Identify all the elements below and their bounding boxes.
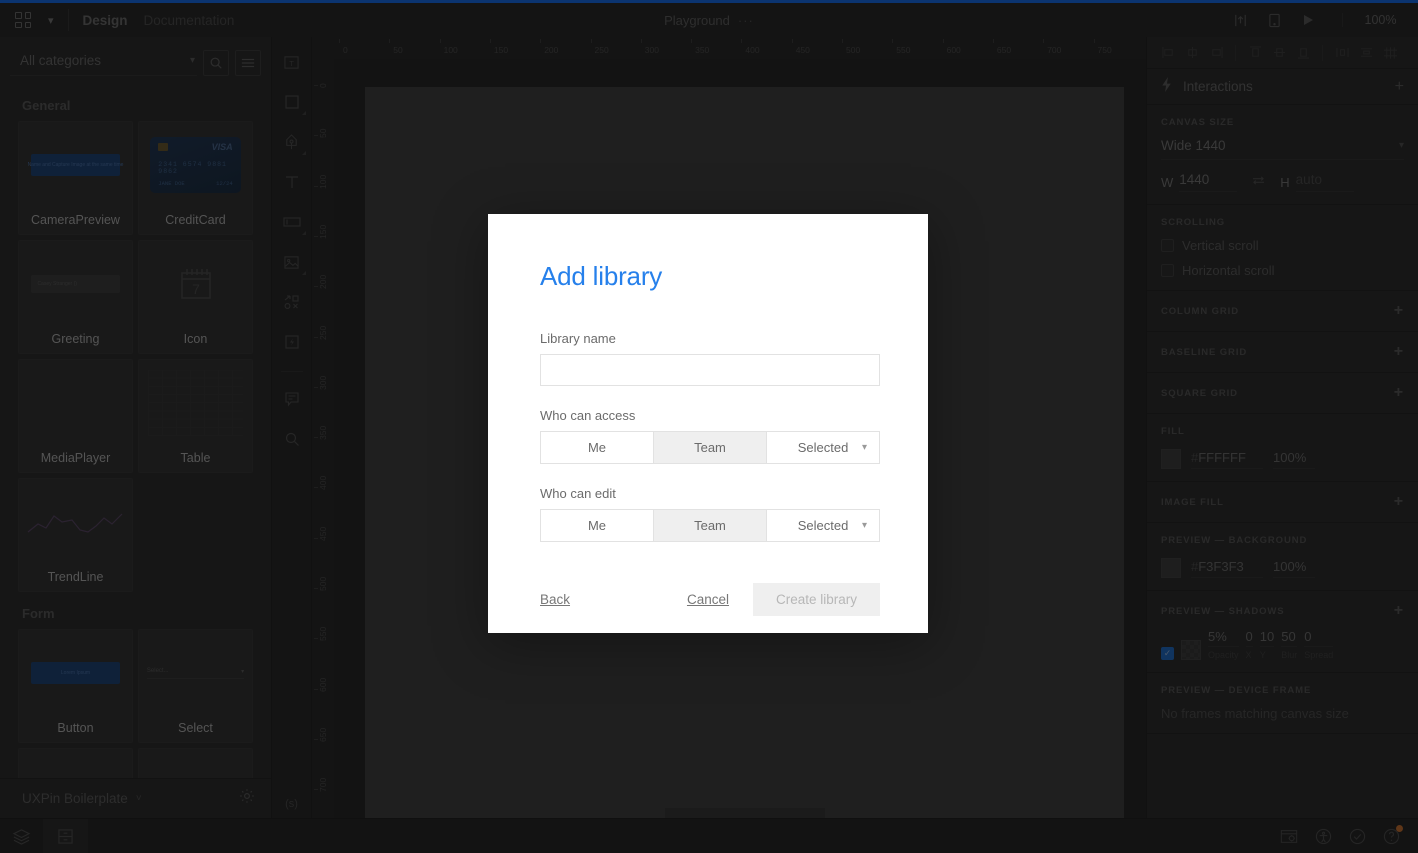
edit-option-me[interactable]: Me [541,510,654,541]
list-item-label: CameraPreview [31,213,120,227]
chevron-down-icon: ▾ [861,520,867,531]
add-library-dialog: Add library Library name Who can access … [488,214,928,633]
list-item-label: TrendLine [47,570,104,584]
who-can-access-segmented-control: Me Team Selected ▾ [540,431,880,464]
list-item-label: CreditCard [165,213,226,227]
edit-option-selected-label: Selected [797,518,849,533]
dialog-actions: Back Cancel Create library [540,583,880,616]
chevron-down-icon: ▾ [861,442,867,453]
library-name-input[interactable] [540,354,880,386]
library-name-label: Library name [540,331,616,346]
list-item-label: Greeting [51,332,100,346]
who-can-edit-label: Who can edit [540,486,616,501]
create-library-button[interactable]: Create library [753,583,880,616]
list-item-label: Select [178,721,213,735]
edit-option-selected[interactable]: Selected ▾ [767,510,879,541]
list-item-label: Button [57,721,94,735]
access-option-selected-label: Selected [797,440,849,455]
back-button[interactable]: Back [540,592,570,607]
list-item-label: Table [180,451,211,465]
list-item-label: Icon [183,332,208,346]
access-option-team[interactable]: Team [654,432,767,463]
access-option-me[interactable]: Me [541,432,654,463]
dialog-title: Add library [540,261,663,291]
who-can-edit-segmented-control: Me Team Selected ▾ [540,509,880,542]
cancel-button[interactable]: Cancel [687,592,729,607]
edit-option-team[interactable]: Team [654,510,767,541]
uxpin-editor-window: ▾ Design Documentation Playground··· [0,0,1418,853]
access-option-selected[interactable]: Selected ▾ [767,432,879,463]
who-can-access-label: Who can access [540,408,636,423]
list-item-label: MediaPlayer [40,451,111,465]
